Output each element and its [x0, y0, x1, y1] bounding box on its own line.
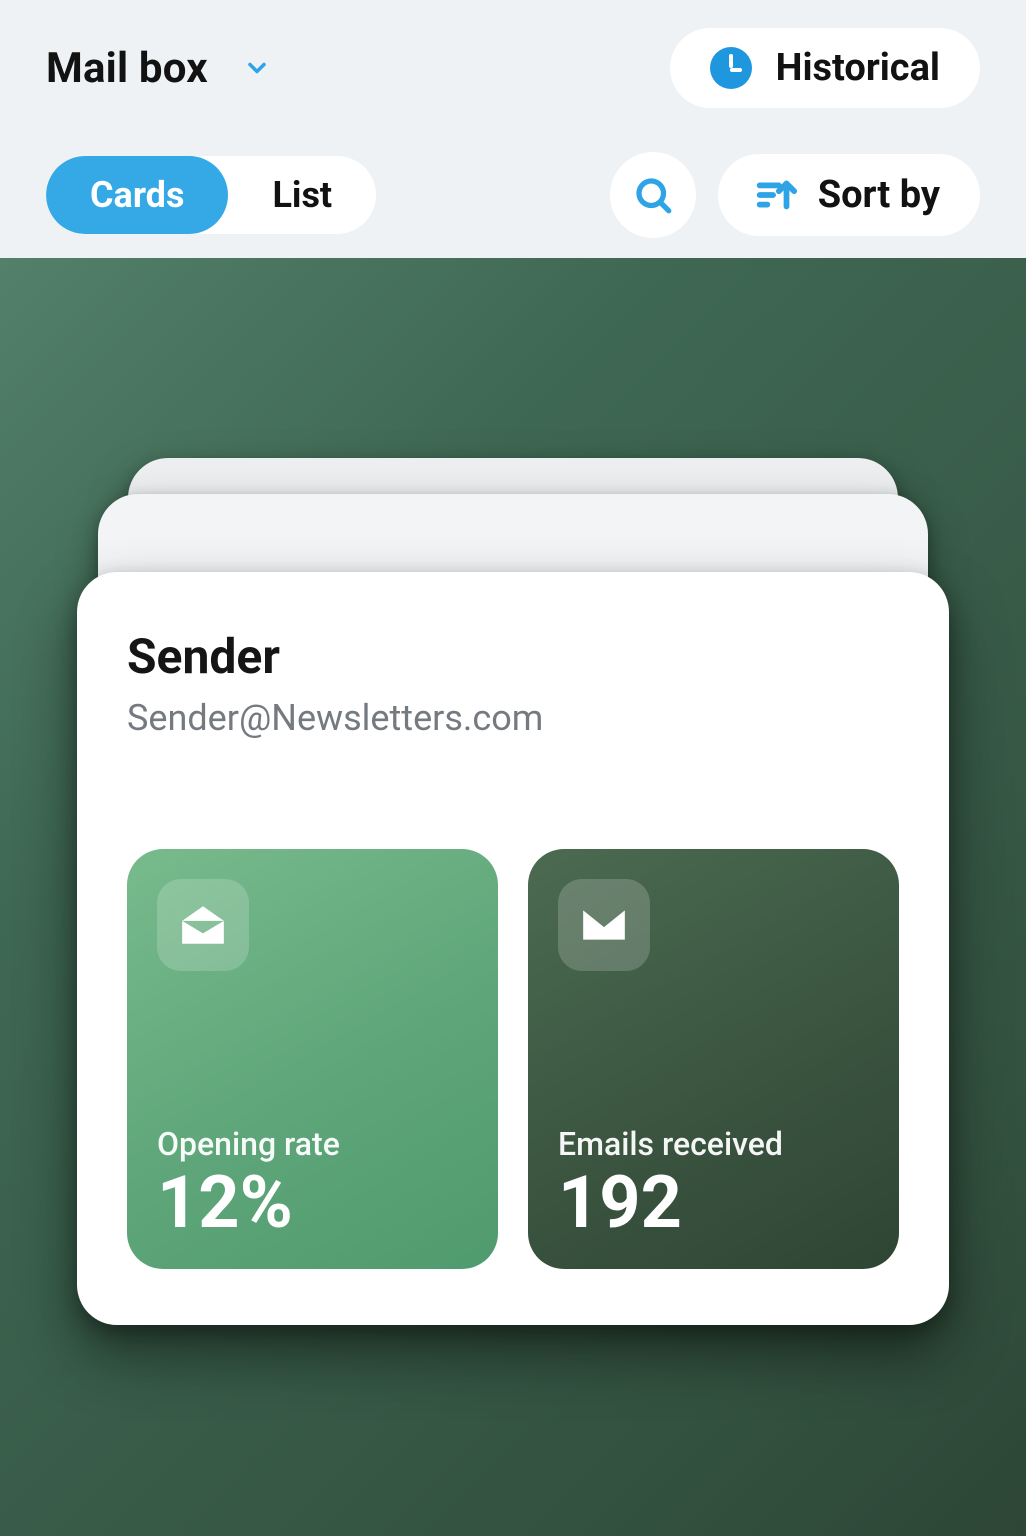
sender-email: Sender@Newsletters.com — [127, 697, 899, 739]
search-button[interactable] — [610, 152, 696, 238]
tab-list-label: List — [272, 174, 332, 216]
stat-emails-received[interactable]: Emails received 192 — [528, 849, 899, 1269]
toolbar: Cards List Sort by — [46, 152, 980, 238]
sort-button[interactable]: Sort by — [718, 154, 980, 236]
open-envelope-icon — [157, 879, 249, 971]
sender-title: Sender — [127, 628, 899, 685]
tab-list[interactable]: List — [228, 156, 376, 234]
content-area: Sender Sender@Newsletters.com Opening ra… — [0, 258, 1026, 1536]
historical-button[interactable]: Historical — [670, 28, 980, 108]
sender-card[interactable]: Sender Sender@Newsletters.com Opening ra… — [77, 572, 949, 1325]
envelope-icon — [558, 879, 650, 971]
header-row: Mail box Historical — [46, 28, 980, 108]
search-icon — [632, 174, 674, 216]
historical-label: Historical — [776, 46, 940, 90]
stat-emails-received-value: 192 — [558, 1167, 869, 1239]
tab-cards-label: Cards — [90, 174, 184, 216]
sort-label: Sort by — [818, 173, 940, 217]
stat-opening-rate-value: 12% — [157, 1167, 468, 1239]
stat-opening-rate[interactable]: Opening rate 12% — [127, 849, 498, 1269]
tab-cards[interactable]: Cards — [46, 156, 228, 234]
sort-icon — [752, 172, 798, 218]
mailbox-selector[interactable]: Mail box — [46, 44, 272, 93]
clock-icon — [710, 47, 752, 89]
stat-opening-rate-label: Opening rate — [157, 1125, 468, 1163]
stats-row: Opening rate 12% Emails received 192 — [127, 849, 899, 1269]
chevron-down-icon[interactable] — [242, 53, 272, 83]
header: Mail box Historical Cards List — [0, 0, 1026, 269]
page-title: Mail box — [46, 44, 208, 93]
stat-emails-received-label: Emails received — [558, 1125, 869, 1163]
view-toggle: Cards List — [46, 156, 376, 234]
